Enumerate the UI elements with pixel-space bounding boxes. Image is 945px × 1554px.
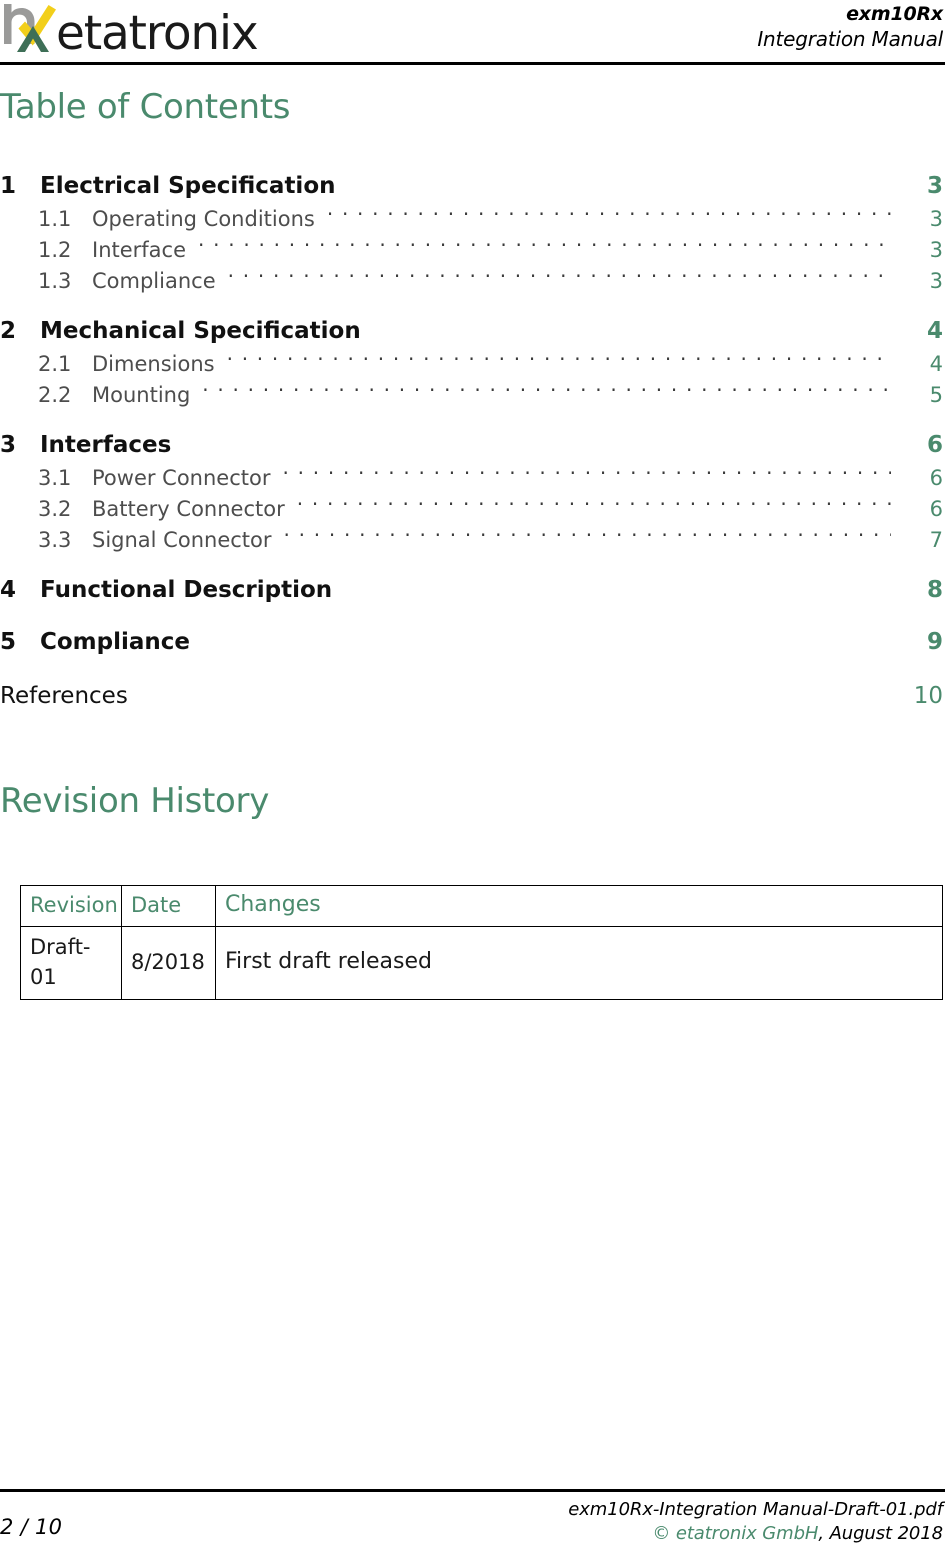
header-divider [0,62,945,65]
page-indicator: 2 / 10 [0,1515,63,1539]
toc-number: 4 [0,577,17,603]
cell-changes: First draft released [215,926,943,1000]
toc-page-number: 3 [929,238,943,262]
toc-dot-leader [198,236,891,257]
toc-entry-chapter[interactable]: 4 Functional Description 8 [0,572,945,608]
toc-number: 2.1 [38,352,72,376]
toc-number: 1.3 [38,269,72,293]
toc-dot-leader [227,350,891,371]
toc-page-number: 4 [926,318,943,344]
header-doc-info: exm10Rx Integration Manual [757,2,945,52]
toc-entry-section[interactable]: 1.1 Operating Conditions 3 [0,204,945,235]
toc-page-number: 4 [929,352,943,376]
cell-date: 8/2018 [121,926,216,1000]
toc-page-number: 7 [929,528,943,552]
footer-filename: exm10Rx-Integration Manual-Draft-01.pdf [568,1499,943,1520]
toc-label: Signal Connector [92,528,272,552]
toc-entry-section[interactable]: 3.2 Battery Connector 6 [0,494,945,525]
toc-label: Interface [92,238,187,262]
toc-label: Electrical Specification [40,173,336,199]
toc-label: References [0,683,128,709]
document-page: etatronix exm10Rx Integration Manual Tab… [0,0,945,1554]
page-header: etatronix exm10Rx Integration Manual [0,0,945,62]
table-body: Draft-01 8/2018 First draft released [20,926,943,1000]
toc-label: Interfaces [40,432,172,458]
toc-number: 1 [0,173,17,199]
toc-entry-section[interactable]: 1.3 Compliance 3 [0,266,945,297]
toc-entry-chapter[interactable]: 5 Compliance 9 [0,624,945,660]
toc-dot-leader [202,381,891,402]
toc-entry-chapter[interactable]: 2 Mechanical Specification 4 [0,313,945,349]
column-header-revision: Revision [20,885,122,927]
toc-page-number: 8 [926,577,943,603]
column-header-date: Date [121,885,216,927]
toc-number: 1.1 [38,207,72,231]
toc-page-number: 6 [929,497,943,521]
toc-label: Functional Description [40,577,333,603]
footer-copyright-date: , August 2018 [818,1523,943,1544]
toc-entry-references[interactable]: References 10 [0,678,945,714]
table-row: Draft-01 8/2018 First draft released [20,926,943,1000]
toc-entry-chapter[interactable]: 1 Electrical Specification 3 [0,168,945,204]
toc-page-number: 6 [926,432,943,458]
toc-number: 3.2 [38,497,72,521]
toc-label: Mounting [92,383,191,407]
toc-dot-leader [297,495,891,516]
toc-page-number: 10 [913,683,943,709]
product-name: exm10Rx [846,3,943,25]
table-header-row: Revision Date Changes [20,885,943,927]
toc-number: 3 [0,432,17,458]
toc-label: Operating Conditions [92,207,315,231]
toc-entry-section[interactable]: 1.2 Interface 3 [0,235,945,266]
brand-logo: etatronix [0,2,259,61]
toc-number: 5 [0,629,17,655]
toc-entry-section[interactable]: 3.3 Signal Connector 7 [0,525,945,556]
toc-page-number: 3 [929,269,943,293]
column-header-changes: Changes [215,885,943,927]
page-footer: 2 / 10 exm10Rx-Integration Manual-Draft-… [0,1492,945,1554]
toc-label: Mechanical Specification [40,318,361,344]
toc-dot-leader [327,205,891,226]
toc-entry-chapter[interactable]: 3 Interfaces 6 [0,427,945,463]
toc-number: 3.1 [38,466,72,490]
toc-number: 2.2 [38,383,72,407]
logo-wordmark: etatronix [56,5,259,61]
toc-label: Compliance [92,269,216,293]
toc-number: 1.2 [38,238,72,262]
footer-copyright-company: © etatronix GmbH [652,1523,819,1544]
toc-page-number: 3 [929,207,943,231]
toc-dot-leader [282,464,891,485]
toc-dot-leader [228,267,891,288]
etatronix-logo-mark [4,4,56,52]
footer-doc-info: exm10Rx-Integration Manual-Draft-01.pdf … [568,1498,945,1546]
toc-entry-section[interactable]: 2.1 Dimensions 4 [0,349,945,380]
toc-page-number: 6 [929,466,943,490]
cell-revision: Draft-01 [20,926,122,1000]
toc-label: Dimensions [92,352,215,376]
toc-dot-leader [284,526,892,547]
toc-label: Power Connector [92,466,271,490]
toc-page-number: 3 [926,173,943,199]
footer-copyright: © etatronix GmbH, August 2018 [568,1522,943,1546]
toc-entry-section[interactable]: 3.1 Power Connector 6 [0,463,945,494]
table-head: Revision Date Changes [20,885,943,927]
toc-number: 3.3 [38,528,72,552]
toc-page-number: 9 [926,629,943,655]
toc-number: 2 [0,318,17,344]
toc-page-number: 5 [929,383,943,407]
toc-heading: Table of Contents [0,87,291,127]
document-subtitle: Integration Manual [757,27,943,51]
revision-history-heading: Revision History [0,781,270,821]
toc-label: Compliance [40,629,191,655]
revision-history-table: Revision Date Changes Draft-01 8/2018 Fi… [20,885,943,1000]
toc-label: Battery Connector [92,497,285,521]
toc-entry-section[interactable]: 2.2 Mounting 5 [0,380,945,411]
toc-list: 1 Electrical Specification 3 1.1 Operati… [0,168,945,714]
